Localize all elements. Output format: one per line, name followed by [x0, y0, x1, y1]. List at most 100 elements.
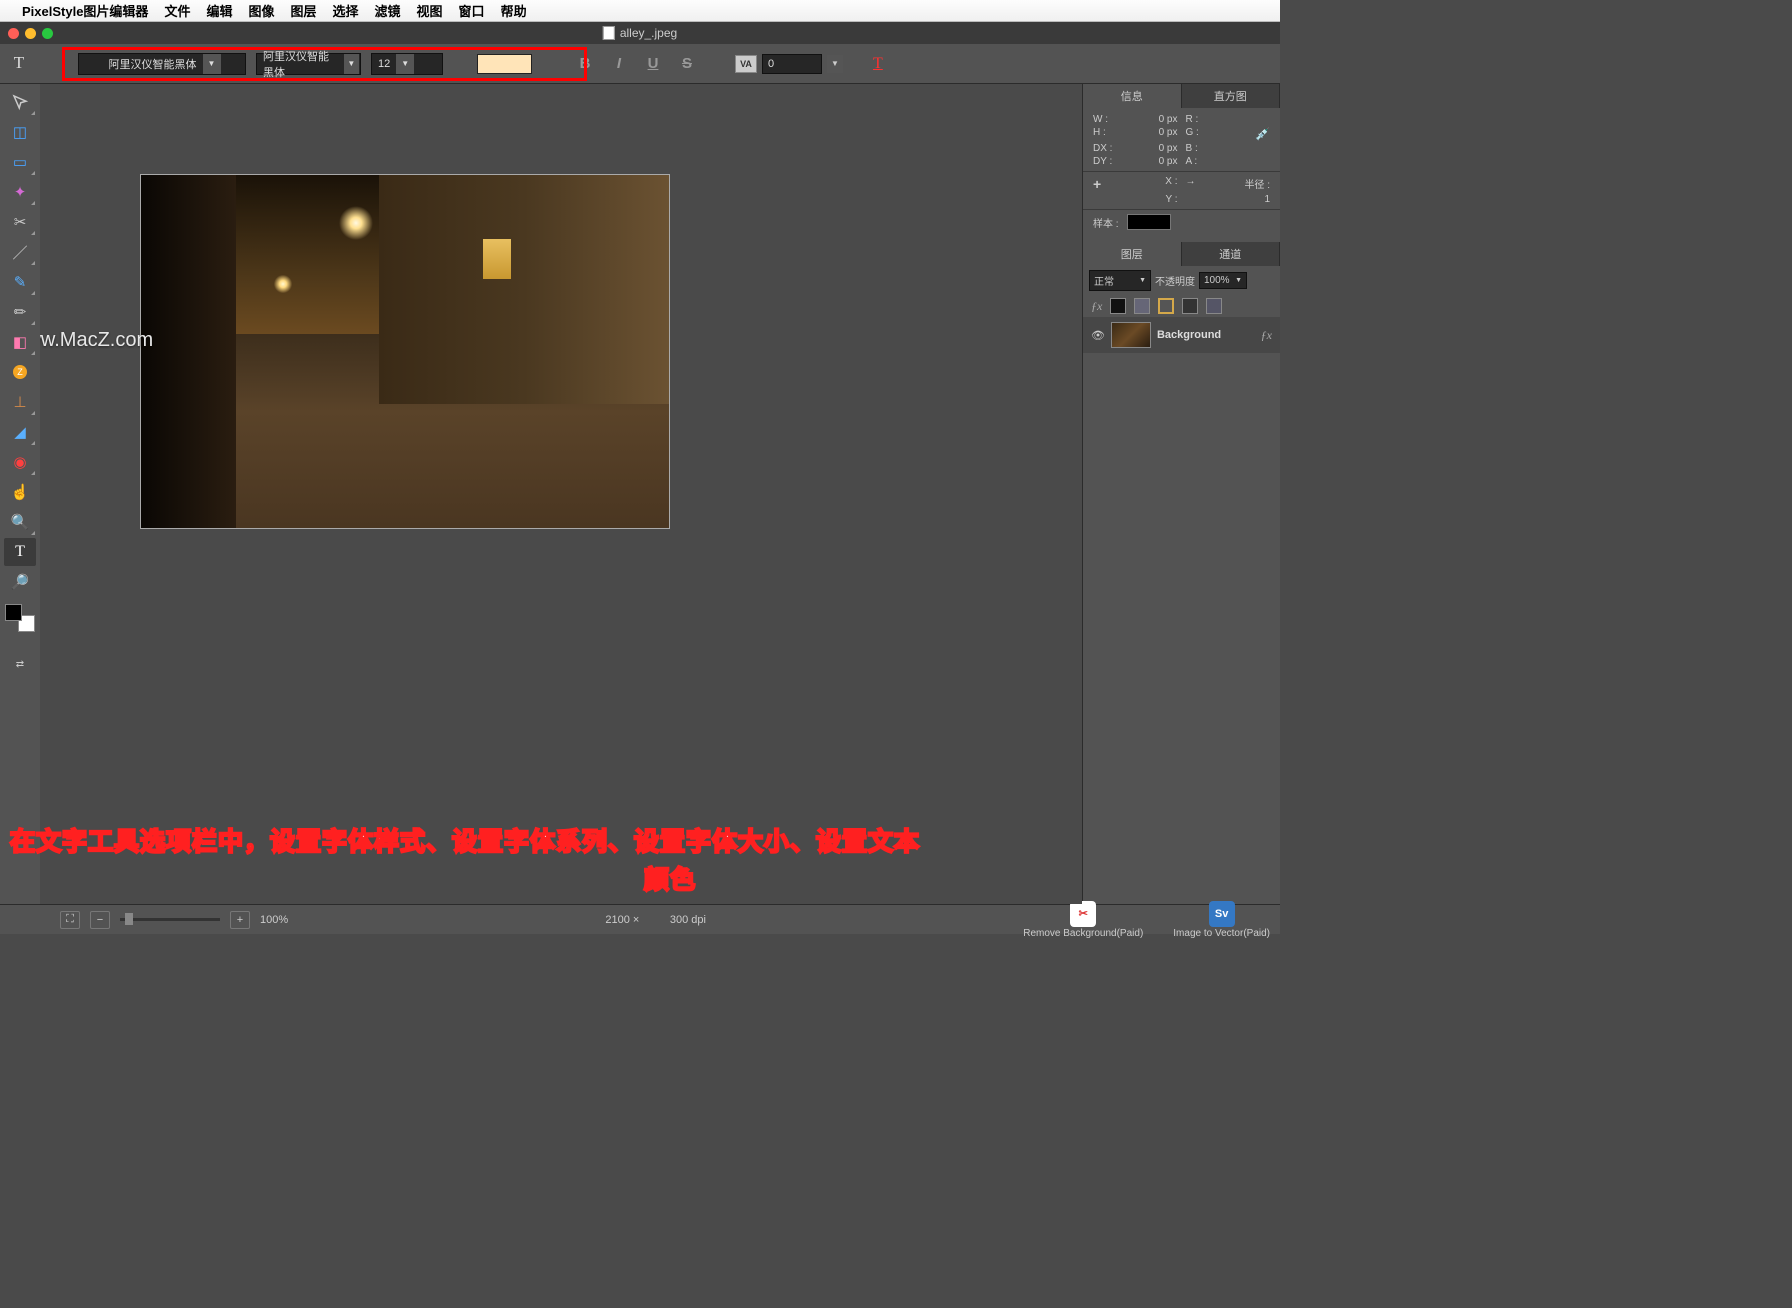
- menu-edit[interactable]: 编辑: [206, 1, 232, 20]
- canvas-dims: 2100 ×: [605, 914, 639, 926]
- canvas-dpi: 300 dpi: [670, 914, 706, 926]
- fit-screen-button[interactable]: ⛶: [60, 911, 80, 929]
- plus-icon[interactable]: +: [1093, 176, 1101, 192]
- fx-box-4[interactable]: [1182, 298, 1198, 314]
- layer-name: Background: [1157, 329, 1255, 341]
- magic-wand-tool[interactable]: ✦: [4, 178, 36, 206]
- chevron-down-icon: ▼: [344, 54, 359, 74]
- document-icon: [603, 26, 615, 40]
- blend-mode-dropdown[interactable]: 正常▼: [1089, 270, 1151, 291]
- info-dx: 0 px: [1159, 143, 1178, 154]
- sample-label: 样本 :: [1093, 215, 1119, 230]
- text-color-button[interactable]: T: [873, 55, 883, 73]
- menu-layer[interactable]: 图层: [290, 1, 316, 20]
- fx-box-1[interactable]: [1110, 298, 1126, 314]
- menu-help[interactable]: 帮助: [501, 1, 527, 20]
- badge-tool[interactable]: Z: [4, 358, 36, 386]
- opacity-label: 不透明度: [1155, 273, 1195, 288]
- brush-tool[interactable]: ／: [4, 238, 36, 266]
- crop-tool[interactable]: ✂: [4, 208, 36, 236]
- info-w: 0 px: [1159, 114, 1178, 125]
- info-panel: W :0 px R : H :0 px G :💉 DX :0 px B : DY…: [1083, 108, 1280, 236]
- stamp-tool[interactable]: ⊥: [4, 388, 36, 416]
- underline-button[interactable]: U: [645, 55, 661, 72]
- zoom-in-button[interactable]: +: [230, 911, 250, 929]
- fx-box-5[interactable]: [1206, 298, 1222, 314]
- zoom-tool[interactable]: 🔍: [4, 508, 36, 536]
- zoom-value: 100%: [260, 914, 288, 926]
- canvas-area[interactable]: Z www.MacZ.com: [40, 84, 1082, 904]
- zoom-out-button[interactable]: −: [90, 911, 110, 929]
- fx-box-2[interactable]: [1134, 298, 1150, 314]
- right-panel: 信息 直方图 W :0 px R : H :0 px G :💉 DX :0 px…: [1082, 84, 1280, 904]
- paintbrush-tool[interactable]: ✎: [4, 268, 36, 296]
- canvas-image[interactable]: [140, 174, 670, 529]
- layer-thumbnail: [1111, 322, 1151, 348]
- pencil-tool[interactable]: ✏: [4, 298, 36, 326]
- window-maximize-button[interactable]: [42, 28, 53, 39]
- text-tool[interactable]: T: [4, 538, 36, 566]
- menu-select[interactable]: 选择: [333, 1, 359, 20]
- font-style-dropdown[interactable]: 阿里汉仪智能黑体 ▼: [256, 53, 361, 75]
- foreground-color[interactable]: [5, 604, 22, 621]
- move-tool[interactable]: [4, 88, 36, 116]
- swap-colors-icon[interactable]: ⇄: [4, 650, 36, 678]
- menu-file[interactable]: 文件: [164, 1, 190, 20]
- toolbox: ◫ ▭ ✦ ✂ ／ ✎ ✏ ◧ Z ⊥ ◢ ◉ ☝ 🔍 T 🔎 ⇄: [0, 84, 40, 904]
- opacity-dropdown[interactable]: 100%▼: [1199, 272, 1247, 289]
- eraser-tool[interactable]: ◧: [4, 328, 36, 356]
- search-tool[interactable]: 🔎: [4, 568, 36, 596]
- text-tool-indicator: T: [8, 53, 30, 75]
- chevron-down-icon[interactable]: ▼: [827, 55, 843, 73]
- remove-bg-button[interactable]: ✂ Remove Background(Paid): [1023, 901, 1143, 939]
- layer-item-background[interactable]: 👁 Background ƒx: [1083, 317, 1280, 353]
- document-title: alley_.jpeg: [620, 26, 677, 40]
- fx-box-3[interactable]: [1158, 298, 1174, 314]
- window-titlebar: alley_.jpeg: [0, 22, 1280, 44]
- text-options-bar: T 阿里汉仪智能黑体 ▼ 阿里汉仪智能黑体 ▼ 12 ▼ B I U S VA …: [0, 44, 1280, 84]
- menu-image[interactable]: 图像: [248, 1, 274, 20]
- font-family-dropdown[interactable]: 阿里汉仪智能黑体 ▼: [78, 53, 246, 75]
- app-name[interactable]: PixelStyle图片编辑器: [22, 1, 148, 20]
- menu-view[interactable]: 视图: [417, 1, 443, 20]
- font-size-value: 12: [378, 58, 390, 70]
- image-to-vector-button[interactable]: Sv Image to Vector(Paid): [1173, 901, 1270, 939]
- transform-tool[interactable]: ◫: [4, 118, 36, 146]
- sv-icon: Sv: [1209, 901, 1235, 927]
- tab-info[interactable]: 信息: [1083, 84, 1182, 108]
- color-swatches[interactable]: [5, 604, 35, 632]
- kerning-input[interactable]: 0: [762, 54, 822, 74]
- menu-window[interactable]: 窗口: [459, 1, 485, 20]
- zoom-slider[interactable]: [120, 918, 220, 921]
- tab-layers[interactable]: 图层: [1083, 242, 1182, 266]
- watermark: Z www.MacZ.com: [40, 329, 153, 352]
- visibility-icon[interactable]: 👁: [1091, 329, 1105, 342]
- bucket-tool[interactable]: ◢: [4, 418, 36, 446]
- rect-select-tool[interactable]: ▭: [4, 148, 36, 176]
- eyedropper-icon[interactable]: 💉: [1255, 127, 1270, 141]
- tab-channels[interactable]: 通道: [1182, 242, 1281, 266]
- menu-filter[interactable]: 滤镜: [375, 1, 401, 20]
- window-close-button[interactable]: [8, 28, 19, 39]
- smudge-tool[interactable]: ☝: [4, 478, 36, 506]
- redeye-tool[interactable]: ◉: [4, 448, 36, 476]
- tab-histogram[interactable]: 直方图: [1182, 84, 1281, 108]
- fx-label[interactable]: ƒx: [1091, 299, 1102, 314]
- scissors-icon: ✂: [1070, 901, 1096, 927]
- layer-fx-icon[interactable]: ƒx: [1261, 328, 1272, 343]
- info-h: 0 px: [1159, 127, 1178, 141]
- status-bar: ⛶ − + 100% 2100 × 300 dpi ✂ Remove Backg…: [0, 904, 1280, 934]
- chevron-down-icon: ▼: [203, 54, 221, 74]
- italic-button[interactable]: I: [611, 55, 627, 72]
- font-size-dropdown[interactable]: 12 ▼: [371, 53, 443, 75]
- bold-button[interactable]: B: [577, 55, 593, 72]
- window-minimize-button[interactable]: [25, 28, 36, 39]
- mac-menubar: PixelStyle图片编辑器 文件 编辑 图像 图层 选择 滤镜 视图 窗口 …: [0, 0, 1280, 22]
- font-family-value: 阿里汉仪智能黑体: [109, 56, 197, 72]
- info-radius: 1: [1264, 194, 1270, 205]
- info-dy: 0 px: [1159, 156, 1178, 167]
- font-style-value: 阿里汉仪智能黑体: [263, 48, 338, 80]
- strikethrough-button[interactable]: S: [679, 55, 695, 72]
- text-color-swatch[interactable]: [477, 54, 532, 74]
- kerning-icon: VA: [735, 55, 757, 73]
